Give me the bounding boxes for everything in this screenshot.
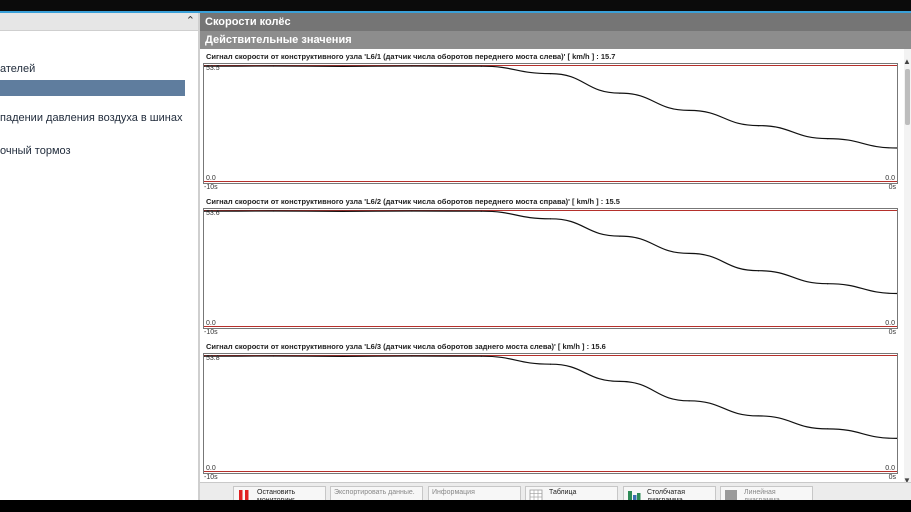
speed-data-point xyxy=(549,72,552,75)
scroll-up-icon[interactable]: ▲ xyxy=(903,57,911,66)
speed-data-point xyxy=(688,109,690,112)
information-button[interactable]: Информация xyxy=(428,486,521,501)
y-max-label: 53.5 xyxy=(206,65,220,72)
page-subtitle: Действительные значения xyxy=(200,31,911,49)
chart-svg xyxy=(204,210,897,295)
speed-data-point xyxy=(342,210,344,213)
speed-data-point xyxy=(411,355,413,357)
chart-plot: 53.5 0.0 0.0 xyxy=(203,63,898,184)
speed-data-point xyxy=(827,428,829,430)
speed-data-point xyxy=(342,65,344,68)
chart-title: Сигнал скорости от конструктивного узла … xyxy=(206,52,616,61)
x-min-label: -10s xyxy=(204,474,218,481)
bottom-toolbar: Остановить мониторинг Экспортировать дан… xyxy=(200,482,911,501)
speed-data-point xyxy=(549,218,552,220)
x-max-label: 0s xyxy=(888,329,896,336)
speed-series-line xyxy=(204,65,897,149)
window-top-bar xyxy=(0,0,911,13)
chart-svg xyxy=(204,65,897,149)
line-chart-button[interactable]: Линейная диаграмма xyxy=(720,486,813,501)
chart-title: Сигнал скорости от конструктивного узла … xyxy=(206,342,606,351)
speed-data-point xyxy=(688,400,690,402)
left-navigation-pane: ⌃ ателей падении давления воздуха в шина… xyxy=(0,13,200,500)
y-max-label: 53.6 xyxy=(206,210,220,217)
y-min-right-label: 0.0 xyxy=(885,465,895,472)
bar-chart-button[interactable]: Столбчатая диаграмма xyxy=(623,486,716,501)
y-max-label: 53.8 xyxy=(206,355,220,362)
y-min-right-label: 0.0 xyxy=(885,320,895,327)
speed-series-line xyxy=(204,355,897,439)
y-min-label: 0.0 xyxy=(206,175,216,182)
chart-title: Сигнал скорости от конструктивного узла … xyxy=(206,197,620,206)
speed-data-point xyxy=(619,380,621,383)
vertical-scrollbar[interactable]: ▲ ▼ xyxy=(903,49,911,485)
speed-data-point xyxy=(757,270,760,272)
nav-item-1[interactable]: ателей xyxy=(0,63,35,75)
speed-data-point xyxy=(480,355,482,357)
speed-data-point xyxy=(272,355,274,357)
speed-data-point xyxy=(411,65,413,67)
button-label: Таблица xyxy=(549,489,577,496)
speed-data-point xyxy=(827,138,829,140)
speed-data-point xyxy=(827,283,829,285)
chart-plot: 53.8 0.0 0.0 xyxy=(203,353,898,474)
chart-plot: 53.6 0.0 0.0 xyxy=(203,208,898,329)
x-min-label: -10s xyxy=(204,329,218,336)
chart-block-l6-3: Сигнал скорости от конструктивного узла … xyxy=(200,342,904,482)
chevron-up-icon[interactable]: ⌃ xyxy=(186,14,195,27)
speed-data-point xyxy=(688,252,690,255)
button-label: Информация xyxy=(432,489,475,496)
speed-series-line xyxy=(204,210,897,295)
table-button[interactable]: Таблица xyxy=(525,486,618,501)
export-data-button[interactable]: Экспортировать данные. xyxy=(330,486,423,501)
nav-item-brake[interactable]: очный тормоз xyxy=(0,145,71,157)
nav-item-selected[interactable] xyxy=(0,80,185,96)
speed-data-point xyxy=(272,65,274,67)
y-min-label: 0.0 xyxy=(206,465,216,472)
y-min-label: 0.0 xyxy=(206,320,216,327)
speed-data-point xyxy=(757,125,760,127)
nav-item-tire-pressure[interactable]: падении давления воздуха в шинах xyxy=(0,112,182,124)
speed-data-point xyxy=(480,210,482,212)
speed-data-point xyxy=(619,235,621,237)
chart-svg xyxy=(204,355,897,439)
left-pane-header: ⌃ xyxy=(0,13,200,31)
stop-monitoring-button[interactable]: Остановить мониторинг xyxy=(233,486,326,501)
button-label: Экспортировать данные. xyxy=(334,489,415,496)
chart-block-l6-2: Сигнал скорости от конструктивного узла … xyxy=(200,197,904,337)
speed-data-point xyxy=(272,210,274,212)
x-min-label: -10s xyxy=(204,184,218,191)
page-title: Скорости колёс xyxy=(200,13,911,31)
speed-data-point xyxy=(619,92,621,94)
speed-data-point xyxy=(480,65,482,67)
speed-data-point xyxy=(411,210,413,212)
bottom-black-bar xyxy=(0,500,911,512)
x-max-label: 0s xyxy=(888,184,896,191)
speed-data-point xyxy=(549,363,552,365)
speed-data-point xyxy=(757,415,760,417)
x-max-label: 0s xyxy=(888,474,896,481)
scrollbar-thumb[interactable] xyxy=(905,69,910,125)
y-min-right-label: 0.0 xyxy=(885,175,895,182)
main-content: Скорости колёс Действительные значения С… xyxy=(200,13,911,500)
speed-data-point xyxy=(342,355,344,358)
chart-block-l6-1: Сигнал скорости от конструктивного узла … xyxy=(200,52,904,192)
